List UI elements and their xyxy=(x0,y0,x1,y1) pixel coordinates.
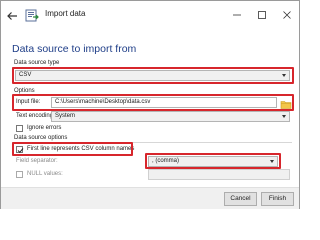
text-encoding-label: Text encoding: xyxy=(16,113,55,119)
window-title: Import data xyxy=(45,9,86,18)
checkmark-icon xyxy=(17,148,24,154)
data-source-type-label: Data source type xyxy=(14,60,60,66)
ignore-errors-label: Ignore errors xyxy=(27,125,62,131)
null-values-label: NULL values: xyxy=(27,171,63,177)
first-line-label: First line represents CSV column names xyxy=(27,146,135,152)
section-divider xyxy=(12,142,292,143)
null-values-field[interactable] xyxy=(148,169,290,180)
close-icon[interactable] xyxy=(274,1,299,29)
title-bar: Import data xyxy=(1,1,299,29)
null-values-checkbox[interactable] xyxy=(16,171,23,178)
data-source-type-value: CSV xyxy=(19,72,32,78)
field-separator-value: , (comma) xyxy=(152,158,179,164)
folder-icon[interactable] xyxy=(280,97,292,109)
chevron-down-icon xyxy=(282,74,286,77)
options-section-label: Options xyxy=(14,88,35,94)
input-file-label: Input file: xyxy=(16,99,41,105)
chevron-down-icon xyxy=(282,115,286,118)
first-line-checkbox[interactable] xyxy=(16,146,24,154)
field-separator-label: Field separator: xyxy=(16,158,58,164)
ignore-errors-checkbox[interactable] xyxy=(16,125,23,132)
text-encoding-value: System xyxy=(55,113,76,119)
finish-button[interactable]: Finish xyxy=(261,192,294,206)
data-source-options-label: Data source options xyxy=(14,135,68,141)
import-data-window: Import data Data source to import from D… xyxy=(0,0,300,209)
dialog-footer: Cancel Finish xyxy=(1,187,299,209)
field-separator-select[interactable]: , (comma) xyxy=(148,156,278,167)
input-file-value: C:\Users\machine\Desktop\data.csv xyxy=(55,99,151,105)
window-controls xyxy=(224,1,299,29)
section-divider xyxy=(12,95,292,96)
page-heading: Data source to import from xyxy=(12,43,137,55)
chevron-down-icon xyxy=(270,160,274,163)
data-source-type-select[interactable]: CSV xyxy=(15,70,290,81)
text-encoding-select[interactable]: System xyxy=(51,111,290,122)
import-data-icon xyxy=(25,8,39,22)
input-file-field[interactable]: C:\Users\machine\Desktop\data.csv xyxy=(51,97,277,108)
back-arrow-icon[interactable] xyxy=(6,9,18,21)
section-divider xyxy=(12,67,292,68)
maximize-icon[interactable] xyxy=(249,1,274,29)
minimize-icon[interactable] xyxy=(224,1,249,29)
cancel-button[interactable]: Cancel xyxy=(224,192,257,206)
